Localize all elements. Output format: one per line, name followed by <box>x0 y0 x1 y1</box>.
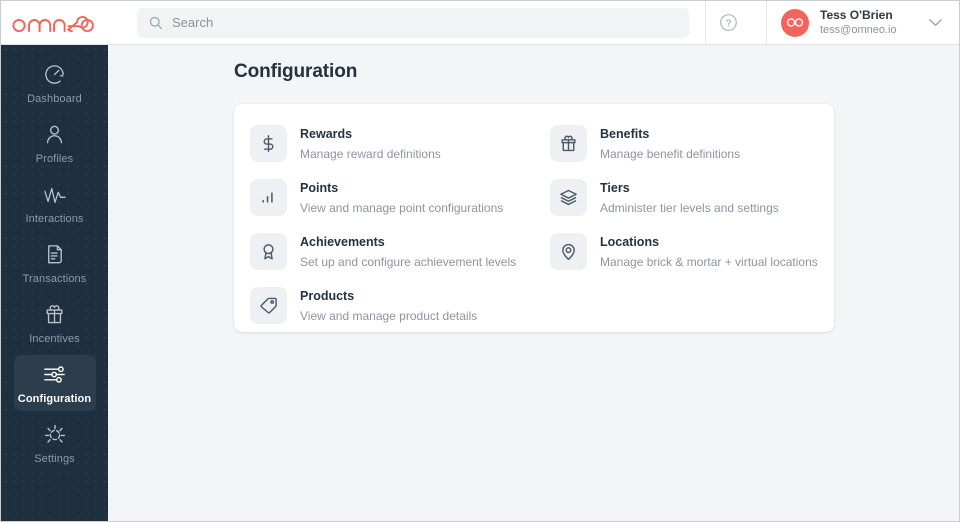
sidebar-item-incentives[interactable]: Incentives <box>14 295 96 351</box>
config-item-tiers[interactable]: Tiers Administer tier levels and setting… <box>550 170 818 224</box>
config-item-text: Achievements Set up and configure achiev… <box>300 232 516 270</box>
gauge-icon <box>43 62 66 88</box>
sidebar-item-interactions[interactable]: Interactions <box>14 175 96 231</box>
layers-icon <box>550 179 587 216</box>
config-item-subtitle: Set up and configure achievement levels <box>300 255 516 270</box>
config-item-benefits[interactable]: Benefits Manage benefit definitions <box>550 116 818 170</box>
svg-text:?: ? <box>725 18 731 29</box>
chevron-down-icon[interactable] <box>928 18 947 27</box>
logo[interactable] <box>1 1 108 44</box>
gear-icon <box>43 422 67 448</box>
main-content: Configuration Rewards Man <box>108 45 959 521</box>
sidebar: Dashboard Profiles Interactions <box>1 45 108 521</box>
gift-icon <box>43 302 66 328</box>
gift-icon <box>550 125 587 162</box>
configuration-left-column: Rewards Manage reward definitions <box>250 116 550 332</box>
config-item-text: Locations Manage brick & mortar + virtua… <box>600 232 818 270</box>
config-item-subtitle: Manage brick & mortar + virtual location… <box>600 255 818 270</box>
sidebar-item-configuration[interactable]: Configuration <box>14 355 96 411</box>
sidebar-item-settings[interactable]: Settings <box>14 415 96 471</box>
sliders-icon <box>42 362 67 388</box>
question-circle-icon: ? <box>719 13 738 32</box>
infinity-icon <box>786 17 804 28</box>
omneo-logo-mark <box>11 12 95 34</box>
configuration-grid: Rewards Manage reward definitions <box>250 116 818 332</box>
pulse-icon <box>43 182 67 208</box>
config-item-title: Tiers <box>600 181 630 195</box>
avatar <box>781 9 809 37</box>
sidebar-label: Profiles <box>36 153 73 165</box>
tag-icon <box>250 287 287 324</box>
config-item-title: Products <box>300 289 354 303</box>
user-info: Tess O'Brien tess@omneo.io <box>820 8 928 38</box>
sidebar-item-dashboard[interactable]: Dashboard <box>14 55 96 111</box>
bar-chart-icon <box>250 179 287 216</box>
omneo-logo <box>11 12 95 34</box>
configuration-right-column: Benefits Manage benefit definitions <box>550 116 818 332</box>
config-item-subtitle: Manage reward definitions <box>300 147 441 162</box>
page-title: Configuration <box>234 61 357 83</box>
receipt-icon <box>43 242 66 268</box>
sidebar-label: Configuration <box>18 393 91 405</box>
config-item-rewards[interactable]: Rewards Manage reward definitions <box>250 116 550 170</box>
config-item-products[interactable]: Products View and manage product details <box>250 278 550 332</box>
sidebar-item-transactions[interactable]: Transactions <box>14 235 96 291</box>
config-item-title: Achievements <box>300 235 385 249</box>
sidebar-label: Interactions <box>25 213 83 225</box>
user-name: Tess O'Brien <box>820 8 928 23</box>
config-item-text: Rewards Manage reward definitions <box>300 124 441 162</box>
config-item-achievements[interactable]: Achievements Set up and configure achiev… <box>250 224 550 278</box>
sidebar-label: Dashboard <box>27 93 82 105</box>
sidebar-label: Transactions <box>23 273 87 285</box>
config-item-title: Benefits <box>600 127 649 141</box>
app-window: ? Tess O'Brien tess@omneo.io <box>0 0 960 522</box>
config-item-title: Locations <box>600 235 659 249</box>
top-bar: ? Tess O'Brien tess@omneo.io <box>1 1 959 45</box>
award-icon <box>250 233 287 270</box>
config-item-text: Products View and manage product details <box>300 286 477 324</box>
config-item-text: Benefits Manage benefit definitions <box>600 124 740 162</box>
sidebar-label: Incentives <box>29 333 80 345</box>
configuration-card: Rewards Manage reward definitions <box>234 104 834 332</box>
config-item-text: Tiers Administer tier levels and setting… <box>600 178 779 216</box>
config-item-subtitle: View and manage product details <box>300 309 477 324</box>
config-item-title: Rewards <box>300 127 352 141</box>
user-menu[interactable]: Tess O'Brien tess@omneo.io <box>767 1 959 45</box>
user-icon <box>43 122 66 148</box>
config-item-subtitle: Administer tier levels and settings <box>600 201 779 216</box>
config-item-title: Points <box>300 181 338 195</box>
user-email: tess@omneo.io <box>820 24 928 38</box>
sidebar-item-profiles[interactable]: Profiles <box>14 115 96 171</box>
map-pin-icon <box>550 233 587 270</box>
config-item-subtitle: View and manage point configurations <box>300 201 503 216</box>
config-item-points[interactable]: Points View and manage point configurati… <box>250 170 550 224</box>
search-box[interactable] <box>137 8 689 38</box>
search-input[interactable] <box>172 15 652 30</box>
config-item-text: Points View and manage point configurati… <box>300 178 503 216</box>
search-bar[interactable] <box>137 8 689 38</box>
search-icon <box>149 16 163 30</box>
config-item-locations[interactable]: Locations Manage brick & mortar + virtua… <box>550 224 818 278</box>
dollar-icon <box>250 125 287 162</box>
config-item-subtitle: Manage benefit definitions <box>600 147 740 162</box>
sidebar-label: Settings <box>34 453 75 465</box>
help-button[interactable]: ? <box>706 1 750 45</box>
